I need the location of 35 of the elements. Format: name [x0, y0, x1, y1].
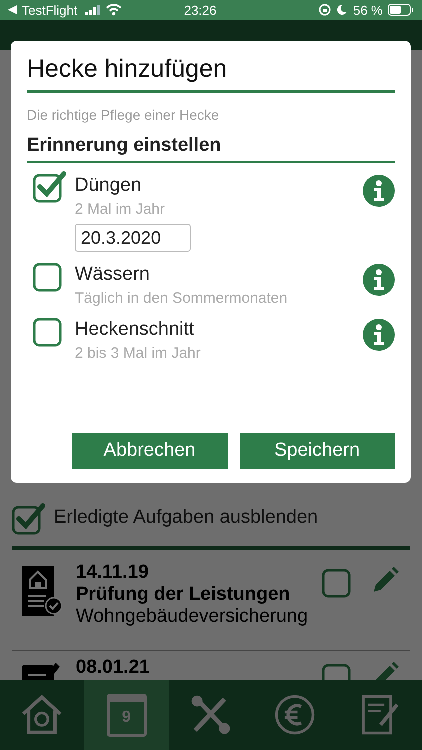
task-category: Wohngebäudeversicherung	[76, 606, 308, 628]
reminder-label: Wässern	[75, 264, 151, 286]
reminder-label: Heckenschnitt	[75, 319, 196, 341]
reminder-frequency: Täglich in den Sommermonaten	[75, 290, 289, 307]
rotation-lock-icon	[319, 4, 332, 16]
info-icon[interactable]	[363, 319, 395, 351]
info-icon[interactable]	[363, 264, 395, 296]
euro-icon	[273, 694, 318, 736]
checkbox-label: Erledigte Aufgaben ausblenden	[54, 507, 318, 529]
document-house-icon	[22, 566, 62, 618]
section-heading: Erinnerung einstellen	[27, 135, 222, 157]
back-arrow-icon[interactable]	[8, 5, 17, 15]
reminder-frequency: 2 bis 3 Mal im Jahr	[75, 345, 202, 362]
checkbox[interactable]	[12, 501, 46, 535]
clock-time: 23:26	[184, 2, 218, 18]
save-button[interactable]: Speichern	[240, 433, 395, 469]
task-date: 14.11.19	[76, 562, 150, 584]
checkbox[interactable]	[33, 169, 67, 203]
task-date: 08.01.21	[76, 657, 151, 679]
calendar-icon: 9	[106, 694, 147, 736]
wifi-icon	[106, 4, 122, 16]
date-field[interactable]: 20.3.2020	[75, 224, 191, 252]
reminder-label: Düngen	[75, 175, 143, 197]
battery-icon	[388, 4, 414, 16]
moon-icon	[336, 4, 348, 16]
house-icon	[20, 694, 64, 736]
battery-percent: 56 %	[353, 2, 383, 18]
signal-icon	[84, 5, 101, 15]
reminder-frequency: 2 Mal im Jahr	[75, 201, 166, 218]
dialog-title: Hecke hinzufügen	[27, 55, 228, 84]
dialog-subtitle: Die richtige Pflege einer Hecke	[27, 107, 220, 123]
task-title: Prüfung der Leistungen	[76, 584, 292, 606]
back-link[interactable]: TestFlight	[22, 2, 78, 18]
info-icon[interactable]	[363, 175, 395, 207]
cancel-button[interactable]: Abbrechen	[72, 433, 228, 469]
